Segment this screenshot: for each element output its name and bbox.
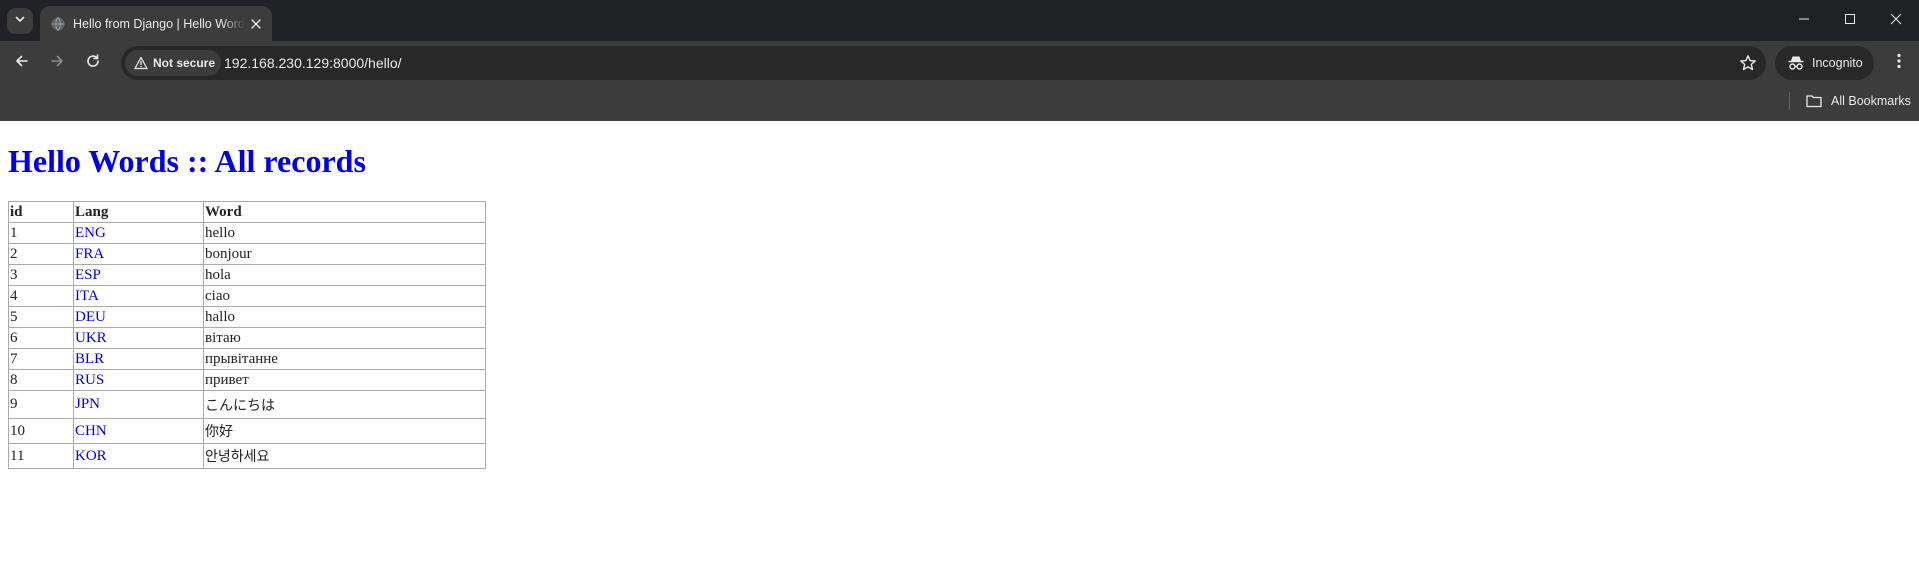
star-icon[interactable]: [1738, 53, 1758, 73]
page-content: Hello Words :: All records id Lang Word …: [0, 121, 1919, 575]
cell-word: こんにちは: [203, 390, 486, 419]
maximize-button[interactable]: [1827, 0, 1873, 41]
bookmarks-separator: [1789, 92, 1790, 110]
lang-link[interactable]: DEU: [75, 309, 106, 325]
incognito-indicator[interactable]: Incognito: [1775, 46, 1874, 80]
browser-chrome: Hello from Django | Hello Words Not secu…: [0, 0, 1919, 121]
url-text[interactable]: 192.168.230.129:8000/hello/: [224, 46, 402, 80]
lang-link[interactable]: BLR: [75, 351, 104, 367]
lang-link[interactable]: ESP: [75, 267, 101, 283]
cell-id: 2: [8, 243, 74, 265]
cell-id: 5: [8, 306, 74, 328]
cell-word: 你好: [203, 418, 486, 444]
cell-word: hallo: [203, 306, 486, 328]
cell-lang: KOR: [73, 443, 204, 469]
address-bar[interactable]: Not secure 192.168.230.129:8000/hello/: [121, 46, 1766, 80]
cell-word: 안녕하세요: [203, 443, 486, 469]
maximize-icon: [1844, 12, 1856, 30]
cell-word: hola: [203, 264, 486, 286]
table-row: 4 ITA ciao: [8, 285, 486, 307]
arrow-left-icon: [14, 53, 30, 74]
table-row: 5 DEU hallo: [8, 306, 486, 328]
cell-word: bonjour: [203, 243, 486, 265]
cell-lang: UKR: [73, 327, 204, 349]
warning-icon: [134, 56, 148, 70]
cell-id: 10: [8, 418, 74, 444]
lang-link[interactable]: UKR: [75, 330, 107, 346]
cell-id: 4: [8, 285, 74, 307]
minimize-icon: [1798, 12, 1810, 30]
cell-lang: DEU: [73, 306, 204, 328]
cell-id: 7: [8, 348, 74, 370]
tab-strip: Hello from Django | Hello Words: [0, 0, 1919, 41]
globe-icon: [50, 16, 66, 32]
chevron-down-icon: [14, 12, 26, 30]
close-icon[interactable]: [248, 16, 264, 32]
cell-lang: ENG: [73, 222, 204, 244]
cell-lang: FRA: [73, 243, 204, 265]
table-row: 10 CHN 你好: [8, 418, 486, 444]
toolbar: Not secure 192.168.230.129:8000/hello/ I…: [0, 41, 1919, 85]
table-row: 7 BLR прывітанне: [8, 348, 486, 370]
close-icon: [1890, 12, 1902, 30]
close-window-button[interactable]: [1873, 0, 1919, 41]
all-bookmarks-label: All Bookmarks: [1831, 94, 1911, 108]
security-label: Not secure: [153, 56, 216, 70]
column-header-lang: Lang: [73, 201, 204, 223]
incognito-icon: [1787, 54, 1805, 72]
tab-active[interactable]: Hello from Django | Hello Words: [40, 6, 272, 41]
lang-link[interactable]: CHN: [75, 423, 107, 439]
folder-icon: [1805, 92, 1823, 110]
cell-lang: ESP: [73, 264, 204, 286]
all-bookmarks-button[interactable]: All Bookmarks: [1799, 87, 1911, 115]
cell-id: 1: [8, 222, 74, 244]
records-table: id Lang Word 1 ENG hello 2 FRA bonjour 3…: [8, 201, 486, 469]
browser-menu-button[interactable]: [1884, 48, 1914, 78]
reload-icon: [85, 53, 101, 74]
cell-word: прывітанне: [203, 348, 486, 370]
lang-link[interactable]: ITA: [75, 288, 99, 304]
cell-id: 6: [8, 327, 74, 349]
cell-id: 3: [8, 264, 74, 286]
table-row: 6 UKR вітаю: [8, 327, 486, 349]
cell-id: 11: [8, 443, 74, 469]
cell-id: 8: [8, 369, 74, 391]
cell-lang: JPN: [73, 390, 204, 419]
cell-word: hello: [203, 222, 486, 244]
lang-link[interactable]: JPN: [75, 396, 100, 412]
lang-link[interactable]: ENG: [75, 225, 106, 241]
table-row: 2 FRA bonjour: [8, 243, 486, 265]
lang-link[interactable]: KOR: [75, 448, 107, 464]
cell-word: ciao: [203, 285, 486, 307]
tab-title: Hello from Django | Hello Words: [73, 15, 245, 33]
table-row: 9 JPN こんにちは: [8, 390, 486, 419]
table-row: 1 ENG hello: [8, 222, 486, 244]
cell-word: привет: [203, 369, 486, 391]
arrow-right-icon: [49, 53, 65, 74]
column-header-word: Word: [203, 201, 486, 223]
bookmarks-bar: All Bookmarks: [0, 85, 1919, 121]
back-button[interactable]: [7, 48, 37, 78]
lang-link[interactable]: FRA: [75, 246, 104, 262]
column-header-id: id: [8, 201, 74, 223]
reload-button[interactable]: [78, 48, 108, 78]
forward-button[interactable]: [42, 48, 72, 78]
lang-link[interactable]: RUS: [75, 372, 104, 388]
incognito-label: Incognito: [1812, 56, 1863, 70]
table-row: 3 ESP hola: [8, 264, 486, 286]
security-chip[interactable]: Not secure: [125, 50, 221, 76]
table-header-row: id Lang Word: [8, 201, 486, 223]
cell-lang: RUS: [73, 369, 204, 391]
minimize-button[interactable]: [1781, 0, 1827, 41]
cell-id: 9: [8, 390, 74, 419]
cell-lang: CHN: [73, 418, 204, 444]
cell-lang: ITA: [73, 285, 204, 307]
tab-search-button[interactable]: [7, 8, 33, 34]
table-row: 8 RUS привет: [8, 369, 486, 391]
table-row: 11 KOR 안녕하세요: [8, 443, 486, 469]
page-title: Hello Words :: All records: [8, 143, 366, 179]
cell-lang: BLR: [73, 348, 204, 370]
cell-word: вітаю: [203, 327, 486, 349]
more-vertical-icon: [1897, 53, 1901, 74]
